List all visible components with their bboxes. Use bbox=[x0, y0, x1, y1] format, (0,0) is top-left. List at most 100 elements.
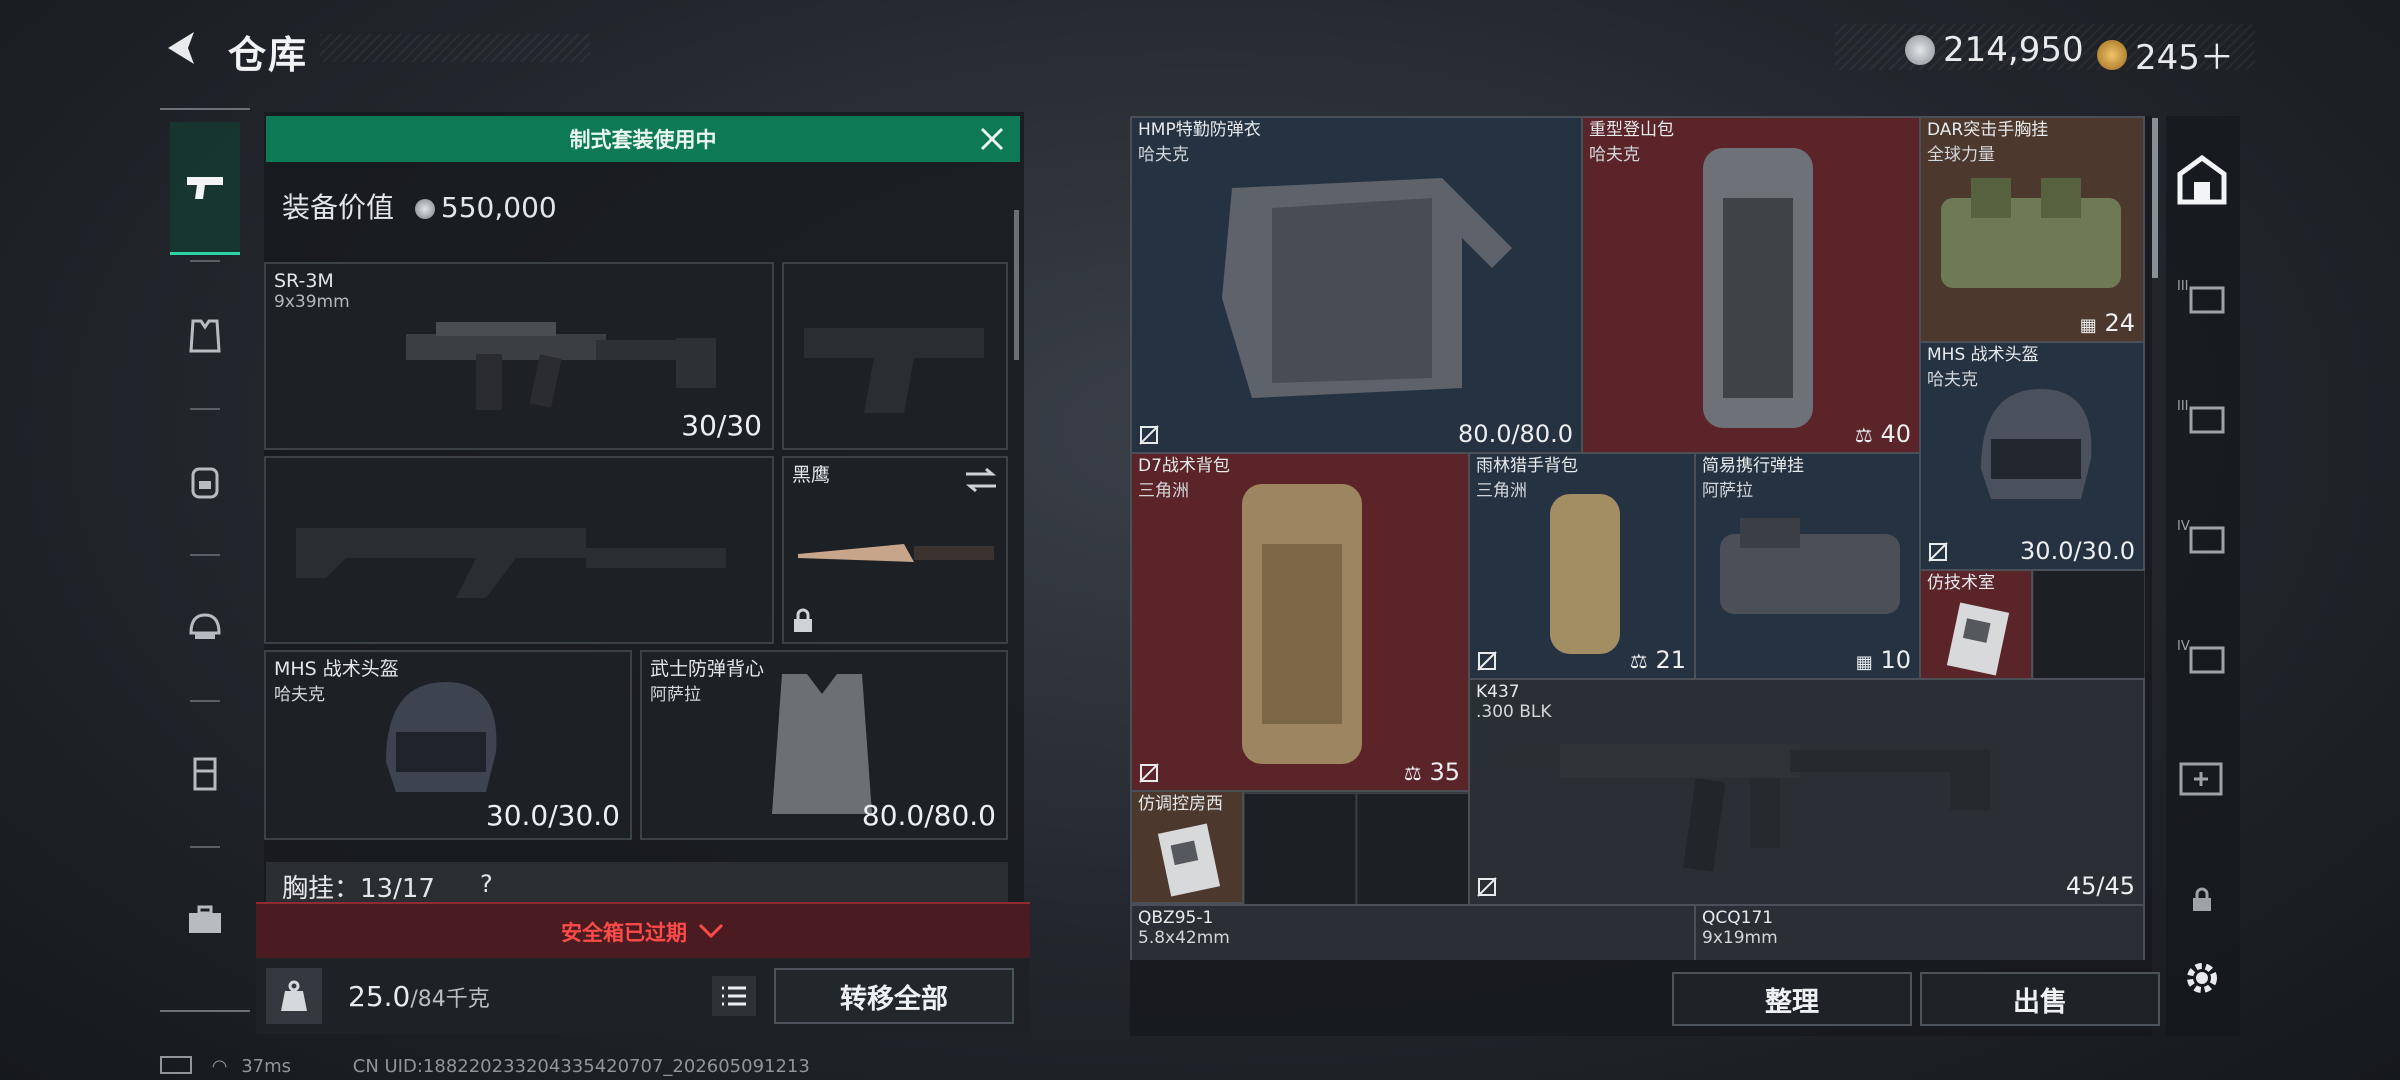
filter-lock[interactable] bbox=[2172, 870, 2232, 930]
grid-icon: ▦ bbox=[1855, 652, 1873, 673]
armor-brand: 阿萨拉 bbox=[650, 685, 701, 705]
help-icon[interactable]: ? bbox=[480, 870, 493, 898]
slot-helmet[interactable]: MHS 战术头盔 哈夫克 30.0/30.0 bbox=[264, 650, 632, 840]
item-capacity: ⚖ 35 bbox=[1404, 758, 1460, 786]
storage-item[interactable]: 仿技术室 bbox=[1919, 569, 2033, 683]
item-brand: 哈夫克 bbox=[1138, 145, 1189, 165]
armor-name: 武士防弹背心 bbox=[650, 658, 765, 680]
silver-amount: 214,950 bbox=[1943, 30, 2084, 70]
back-button[interactable] bbox=[160, 26, 204, 70]
weight-icon: ⚖ bbox=[1403, 761, 1422, 785]
item-ammo: 45/45 bbox=[2065, 872, 2135, 900]
item-name: HMP特勤防弹衣 bbox=[1138, 120, 1261, 140]
filter-storage-3[interactable]: IV bbox=[2172, 506, 2232, 566]
svg-text:III: III bbox=[2177, 279, 2189, 294]
storage-item[interactable]: MHS 战术头盔 哈夫克 30.0/30.0 bbox=[1919, 341, 2145, 571]
category-rail bbox=[160, 108, 250, 1012]
settings-button[interactable] bbox=[2172, 948, 2232, 1008]
slot-melee[interactable]: 黑鹰 bbox=[782, 456, 1008, 644]
uid-text: CN UID:18822023320433542070​7_2026050912… bbox=[352, 1056, 810, 1077]
knife-image bbox=[798, 544, 994, 562]
item-name: D7战术背包 bbox=[1138, 456, 1230, 476]
storage-item[interactable]: 简易携行弹挂 阿萨拉 ▦ 10 bbox=[1694, 452, 1921, 680]
armor-durability: 80.0/80.0 bbox=[861, 799, 996, 832]
slot-armor[interactable]: 武士防弹背心 阿萨拉 80.0/80.0 bbox=[640, 650, 1008, 840]
lock-icon bbox=[794, 608, 812, 632]
weight-current: 25.0 bbox=[348, 980, 411, 1013]
sell-button[interactable]: 出售 bbox=[1920, 972, 2160, 1026]
chest-rig-capacity: 胸挂：13/17 bbox=[282, 874, 435, 904]
page-title: 仓库 bbox=[228, 33, 309, 77]
storage-item[interactable]: 仿调控房西 bbox=[1130, 790, 1244, 904]
storage-item[interactable]: 雨林猎手背包 三角洲 ⚖ 21 bbox=[1468, 452, 1696, 680]
no-insure-icon bbox=[1477, 651, 1497, 671]
loadout-scrollbar[interactable] bbox=[1014, 210, 1019, 360]
keycard-image bbox=[1157, 823, 1221, 897]
storage-item[interactable]: K437 .300 BLK 45/45 bbox=[1468, 678, 2145, 906]
list-icon bbox=[722, 986, 746, 1006]
item-brand: 9x19mm bbox=[1702, 928, 1778, 948]
item-capacity: ⚖ 21 bbox=[1630, 646, 1686, 674]
transfer-all-button[interactable]: 转移全部 bbox=[774, 968, 1014, 1024]
vest-icon bbox=[189, 319, 221, 353]
equip-value-label: 装备价值 bbox=[282, 191, 395, 224]
chest-rig-image bbox=[1941, 178, 2121, 288]
filter-storage-1[interactable]: III bbox=[2172, 266, 2232, 326]
filter-storage-2[interactable]: III bbox=[2172, 386, 2232, 446]
filter-medical[interactable] bbox=[2172, 746, 2232, 806]
equip-value: 装备价值 550,000 bbox=[282, 186, 557, 226]
safe-box-bar[interactable]: 安全箱已过期 bbox=[256, 902, 1030, 960]
tab-armor[interactable] bbox=[170, 270, 240, 400]
weight-icon: ⚖ bbox=[1854, 423, 1873, 447]
item-name: 雨林猎手背包 bbox=[1476, 456, 1578, 476]
item-brand: 阿萨拉 bbox=[1702, 481, 1753, 501]
slot-secondary-weapon[interactable] bbox=[264, 456, 774, 644]
armor-image bbox=[1222, 178, 1512, 398]
slot-primary-weapon[interactable]: SR-3M 9x39mm 30/30 bbox=[264, 262, 774, 450]
storage-item[interactable]: 重型登山包 哈夫克 ⚖ 40 bbox=[1581, 116, 1921, 454]
weight-max: /84千克 bbox=[410, 987, 490, 1012]
kit-banner-text: 制式套装使用中 bbox=[569, 128, 717, 152]
backpack-image bbox=[1703, 148, 1813, 428]
tab-helmet[interactable] bbox=[170, 562, 240, 692]
item-name: DAR突击手胸挂 bbox=[1927, 120, 2049, 140]
item-capacity-value: 10 bbox=[1880, 646, 1911, 674]
pistol-icon bbox=[187, 177, 223, 199]
storage-grid[interactable]: HMP特勤防弹衣 哈夫克 80.0/80.0 重型登山包 哈夫克 ⚖ 40 DA… bbox=[1130, 116, 2145, 960]
storage-box-icon: IV bbox=[2177, 639, 2225, 674]
item-capacity-value: 21 bbox=[1655, 646, 1686, 674]
tab-chest-rig[interactable] bbox=[170, 708, 240, 838]
no-insure-icon bbox=[1928, 542, 1948, 562]
lock-icon bbox=[2193, 887, 2211, 911]
storage-item[interactable]: QCQ171 9x19mm bbox=[1694, 904, 2145, 960]
close-button[interactable] bbox=[976, 123, 1008, 155]
storage-scrollbar[interactable] bbox=[2152, 118, 2158, 278]
sort-button[interactable]: 整理 bbox=[1672, 972, 1912, 1026]
chest-rig-image bbox=[1720, 518, 1900, 614]
item-capacity: ▦ 10 bbox=[1856, 646, 1911, 674]
tab-backpack[interactable] bbox=[170, 416, 240, 546]
silver-coin-icon bbox=[414, 199, 435, 219]
filter-storage-4[interactable]: IV bbox=[2172, 626, 2232, 686]
filter-all[interactable] bbox=[2172, 150, 2232, 210]
storage-item[interactable]: QBZ95-1 5.8x42mm bbox=[1130, 904, 1696, 960]
warehouse-icon bbox=[2177, 154, 2227, 205]
helmet-image bbox=[1981, 389, 2092, 499]
status-bar: ◠ 37ms CN UID:18822023320433542070​7_202… bbox=[160, 1056, 960, 1078]
storage-item[interactable]: DAR突击手胸挂 全球力量 ▦ 24 bbox=[1919, 116, 2145, 343]
tab-weapons[interactable] bbox=[170, 122, 240, 255]
melee-name: 黑鹰 bbox=[792, 464, 831, 486]
storage-box-icon: IV bbox=[2177, 519, 2225, 554]
svg-text:IV: IV bbox=[2177, 519, 2190, 534]
helmet-durability: 30.0/30.0 bbox=[485, 799, 620, 832]
slot-pistol[interactable] bbox=[782, 262, 1008, 450]
storage-item[interactable]: HMP特勤防弹衣 哈夫克 80.0/80.0 bbox=[1130, 116, 1583, 454]
storage-item[interactable]: D7战术背包 三角洲 ⚖ 35 bbox=[1130, 452, 1470, 792]
no-insure-icon bbox=[1139, 763, 1159, 783]
list-button[interactable] bbox=[712, 976, 756, 1016]
currency-gold[interactable]: 245＋ bbox=[2097, 30, 2234, 79]
swap-icon[interactable] bbox=[964, 466, 998, 494]
tab-tools[interactable] bbox=[170, 854, 240, 984]
currency-silver[interactable]: 214,950 bbox=[1905, 30, 2084, 70]
item-name: 仿调控房西 bbox=[1138, 794, 1223, 814]
